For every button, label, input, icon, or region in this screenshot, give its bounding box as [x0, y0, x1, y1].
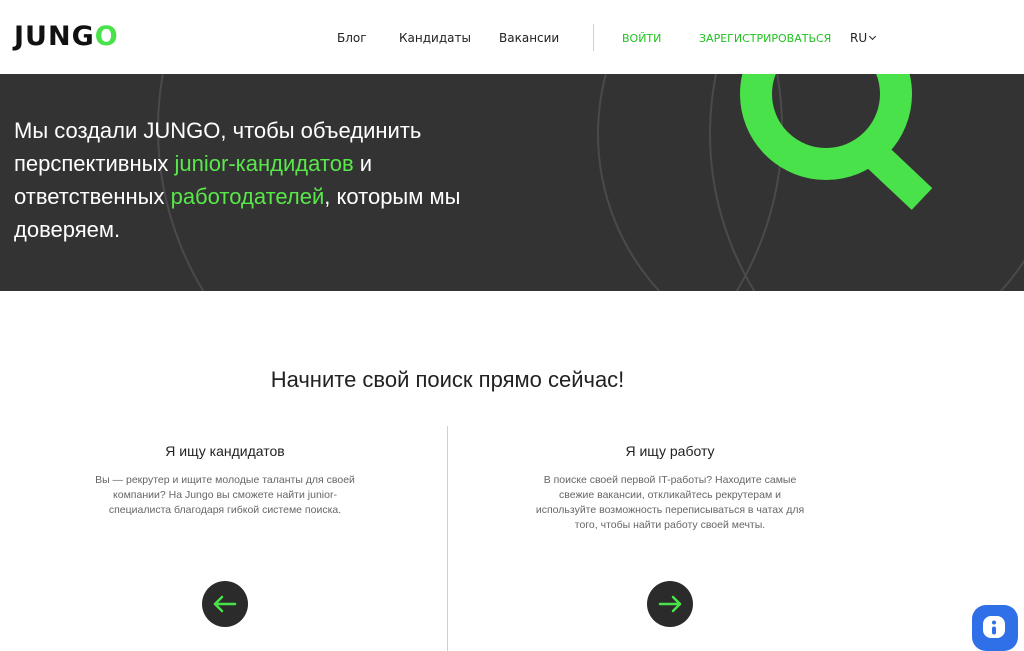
chat-icon: [983, 616, 1005, 638]
card-title-jobs: Я ищу работу: [625, 443, 715, 459]
arrow-left-icon: [213, 595, 237, 613]
nav-vacancies-link[interactable]: Вакансии: [499, 30, 559, 46]
language-selector[interactable]: RU: [850, 30, 877, 46]
find-candidates-button[interactable]: [202, 581, 248, 627]
chat-widget-button[interactable]: [972, 605, 1018, 651]
hero-highlight-employers: работодателей: [170, 184, 325, 209]
hero-banner: Мы создали JUNGO, чтобы объединить персп…: [0, 74, 1024, 291]
language-label: RU: [850, 31, 868, 45]
hero-highlight-candidates: junior-кандидатов: [174, 151, 354, 176]
magnifier-icon: [740, 74, 933, 210]
arrow-right-icon: [658, 595, 682, 613]
register-link[interactable]: ЗАРЕГИСТРИРОВАТЬСЯ: [699, 31, 831, 47]
site-header: JUNGO Блог Кандидаты Вакансии ВОЙТИ ЗАРЕ…: [0, 0, 1024, 74]
logo-accent: O: [94, 21, 119, 52]
card-text-candidates: Вы — рекрутер и ищите молодые таланты дл…: [95, 474, 355, 516]
chevron-down-icon: [869, 32, 877, 41]
hero-headline: Мы создали JUNGO, чтобы объединить персп…: [14, 114, 494, 246]
nav-divider: [593, 24, 594, 51]
column-divider: [447, 426, 448, 651]
logo-text: JUNG: [14, 21, 95, 52]
login-link[interactable]: ВОЙТИ: [622, 31, 661, 47]
find-jobs-button[interactable]: [647, 581, 693, 627]
nav-candidates-link[interactable]: Кандидаты: [399, 30, 471, 46]
jungo-logo[interactable]: JUNGO: [14, 22, 119, 52]
card-text-jobs: В поиске своей первой IT-работы? Находит…: [535, 474, 805, 531]
card-title-candidates: Я ищу кандидатов: [165, 443, 285, 459]
section-title: Начните свой поиск прямо сейчас!: [270, 367, 625, 392]
nav-blog-link[interactable]: Блог: [337, 30, 367, 46]
